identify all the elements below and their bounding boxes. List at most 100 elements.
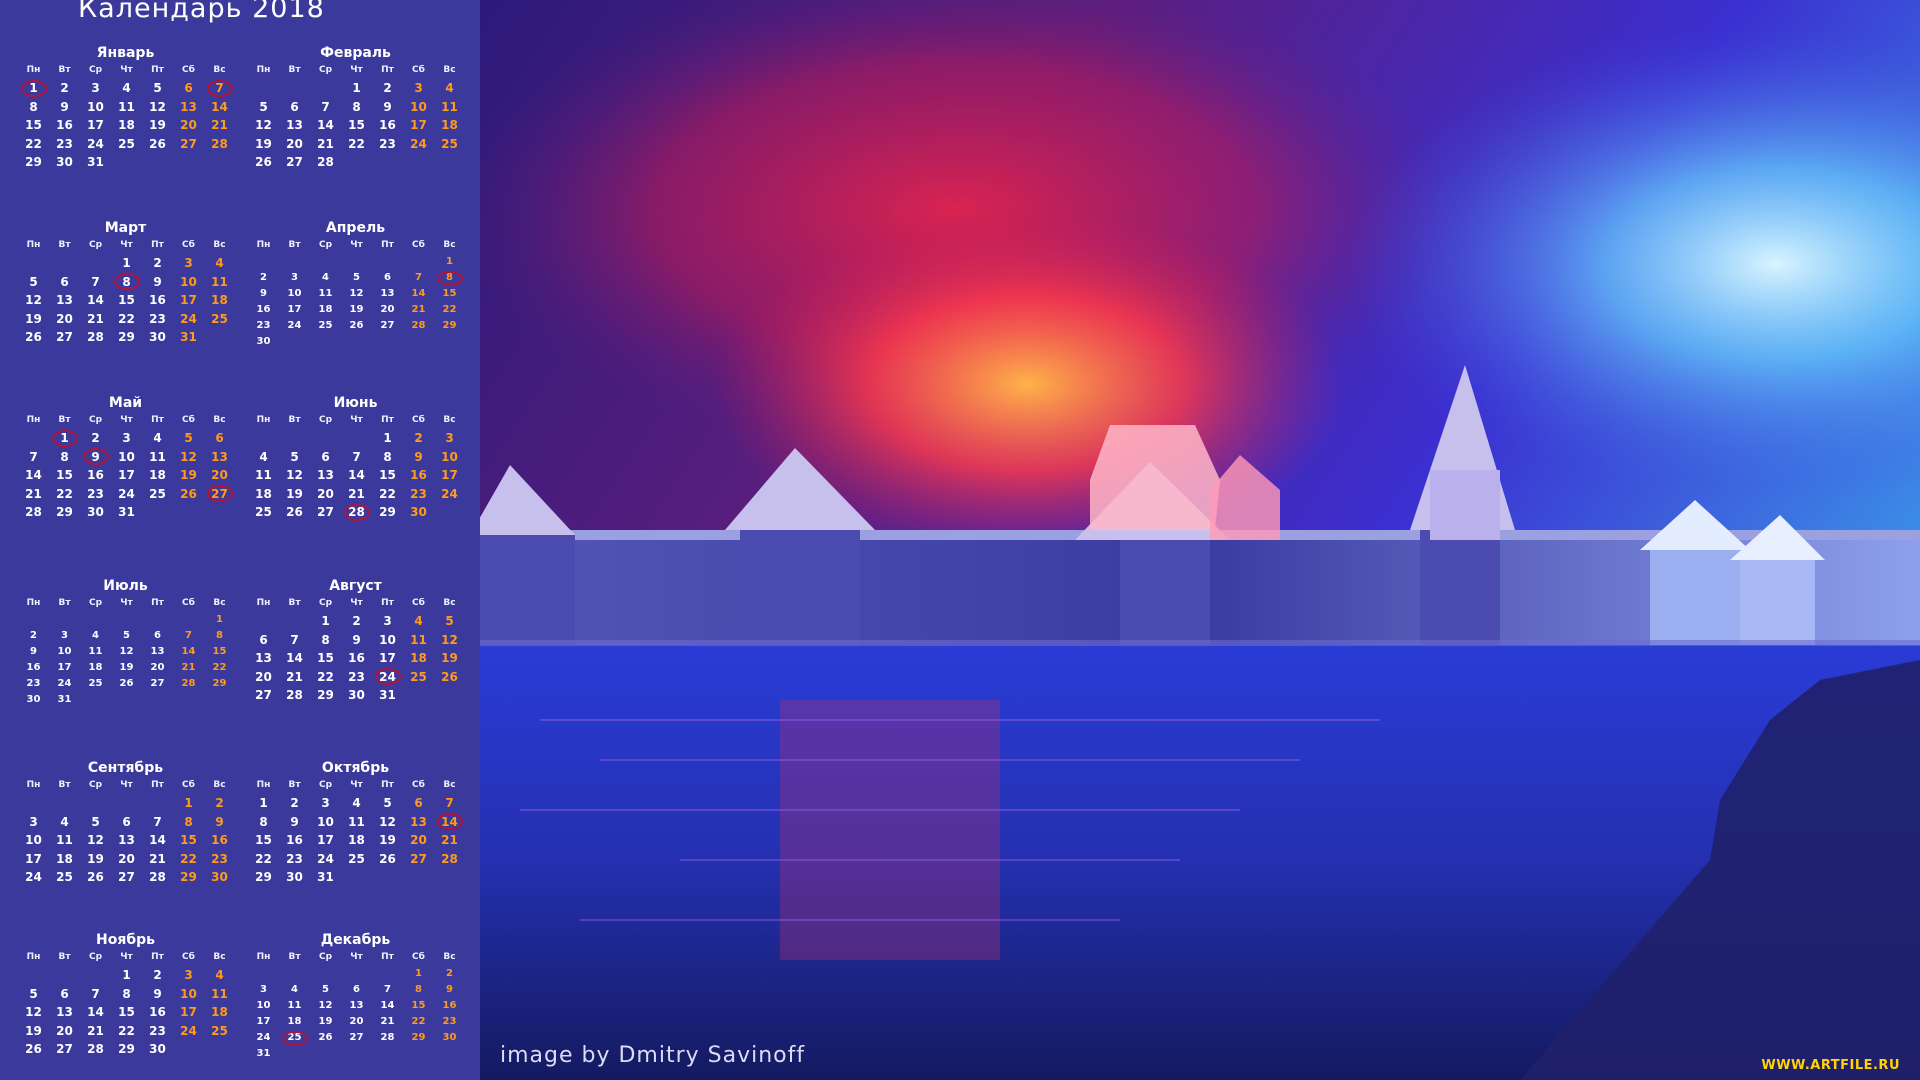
month-name: Март	[104, 220, 147, 236]
weekday-header: Пт	[381, 415, 394, 425]
day-cell: 22	[56, 486, 73, 501]
weekday-header: Пт	[151, 598, 164, 608]
day-cell: 4	[92, 630, 99, 641]
weekday-header: Сб	[412, 598, 425, 608]
day-cell: 24	[118, 486, 135, 501]
day-cell: 16	[348, 651, 365, 665]
weekday-header: Сб	[412, 415, 425, 425]
day-cell: 11	[441, 99, 458, 114]
weekday-header: Пт	[151, 415, 164, 425]
month-grid: Пн Вт Ср Чт Пт Сб Вс 1 2 3 4 5 6 7 8 9 10 11 12 13 14 15 16 17 1…	[18, 237, 235, 347]
day-cell: 8	[383, 449, 392, 464]
day-cell: 4	[291, 984, 298, 995]
weekday-header: Чт	[120, 952, 133, 962]
day-cell: 27	[380, 320, 395, 331]
day-cell: 14	[87, 1005, 104, 1019]
day-cell: 18	[56, 851, 73, 866]
weekday-header: Вс	[213, 952, 226, 962]
weekday-header: Ср	[318, 415, 333, 425]
day-cell: 2	[215, 796, 224, 810]
day-cell: 19	[87, 851, 104, 866]
day-cell: 17	[410, 118, 427, 132]
day-cell: 11	[318, 288, 333, 299]
day-cell: 7	[204, 79, 235, 98]
month-grid: Пн Вт Ср Чт Пт Сб Вс 1 2 3 4 5 6 7 8 9 10 11 12 13 14 15 16 17 1…	[248, 777, 465, 887]
weekday-header: Вт	[58, 780, 71, 790]
day-cell: 23	[348, 669, 365, 684]
day-cell: 12	[25, 293, 42, 307]
day-cell: 26	[25, 330, 42, 344]
day-cell: 13	[349, 1000, 364, 1011]
day-cell: 17	[57, 662, 72, 673]
day-cell: 6	[321, 449, 330, 464]
month-block: Ноябрь Пн Вт Ср Чт Пт Сб Вс 1 2 3 4 5 6 7 8 9 10 11 12 13 14 1…	[18, 932, 233, 1059]
weekday-header: Ср	[88, 780, 103, 790]
day-cell: 26	[349, 320, 364, 331]
day-cell: 24	[180, 311, 197, 326]
day-cell: 29	[25, 155, 42, 169]
day-cell: 8	[321, 632, 330, 647]
day-cell: 27	[286, 155, 303, 169]
day-cell: 30	[87, 505, 104, 519]
month-block: Июль Пн Вт Ср Чт Пт Сб Вс 1 2 3 4 5 6 7 8 9 10 11 12 13 14 15 1…	[18, 578, 233, 708]
empty-day-cell	[372, 254, 403, 270]
day-cell: 4	[259, 449, 268, 464]
day-cell: 20	[255, 669, 272, 684]
day-cell: 7	[415, 272, 422, 283]
day-cell: 15	[411, 1000, 426, 1011]
day-cell: 28	[25, 505, 42, 519]
day-cell: 23	[379, 136, 396, 151]
day-cell: 26	[379, 851, 396, 866]
weekday-header: Вт	[58, 65, 71, 75]
day-cell: 19	[441, 651, 458, 665]
day-cell: 29	[379, 505, 396, 519]
day-cell: 29	[442, 320, 457, 331]
empty-day-cell	[111, 612, 142, 628]
day-cell: 6	[290, 99, 299, 114]
weekday-header: Пт	[381, 240, 394, 250]
day-cell: 15	[180, 833, 197, 847]
day-cell: 3	[29, 814, 38, 829]
day-cell: 7	[91, 274, 100, 289]
image-credit: image by Dmitry Savinoff	[500, 1043, 806, 1068]
day-cell: 13	[380, 288, 395, 299]
empty-day-cell	[18, 794, 49, 813]
day-cell: 2	[153, 256, 162, 270]
weekday-header: Чт	[350, 598, 363, 608]
day-cell: 11	[149, 449, 166, 464]
day-cell: 23	[286, 851, 303, 866]
day-cell: 24	[372, 668, 403, 687]
empty-day-cell	[248, 612, 279, 631]
day-cell: 5	[259, 99, 268, 114]
day-cell: 20	[349, 1016, 364, 1027]
day-cell: 7	[290, 632, 299, 647]
day-cell: 2	[414, 431, 423, 445]
day-cell: 8	[415, 984, 422, 995]
month-name: Июль	[103, 578, 148, 594]
empty-day-cell	[18, 429, 49, 448]
day-cell: 7	[29, 449, 38, 464]
day-cell: 5	[290, 449, 299, 464]
day-cell: 5	[91, 814, 100, 829]
empty-day-cell	[248, 254, 279, 270]
day-cell: 16	[256, 304, 271, 315]
day-cell: 10	[379, 632, 396, 647]
day-cell: 3	[122, 431, 131, 445]
day-cell: 21	[348, 486, 365, 501]
day-cell: 13	[410, 814, 427, 829]
month-grid: Пн Вт Ср Чт Пт Сб Вс 1 2 3 4 5 6 7 8 9 10 11 12 13 14 15 16 17 1…	[18, 412, 235, 522]
day-cell: 30	[256, 336, 271, 347]
day-cell: 25	[56, 870, 73, 884]
weekday-header: Сб	[182, 952, 195, 962]
day-cell: 4	[215, 968, 224, 982]
day-cell: 9	[414, 449, 423, 464]
day-cell: 22	[442, 304, 457, 315]
day-cell: 27	[317, 505, 334, 519]
day-cell: 6	[414, 796, 423, 810]
day-cell: 17	[441, 468, 458, 482]
day-cell: 12	[25, 1005, 42, 1019]
day-cell: 21	[87, 311, 104, 326]
day-cell: 7	[384, 984, 391, 995]
day-cell: 13	[118, 833, 135, 847]
weekday-header: Вс	[443, 65, 456, 75]
